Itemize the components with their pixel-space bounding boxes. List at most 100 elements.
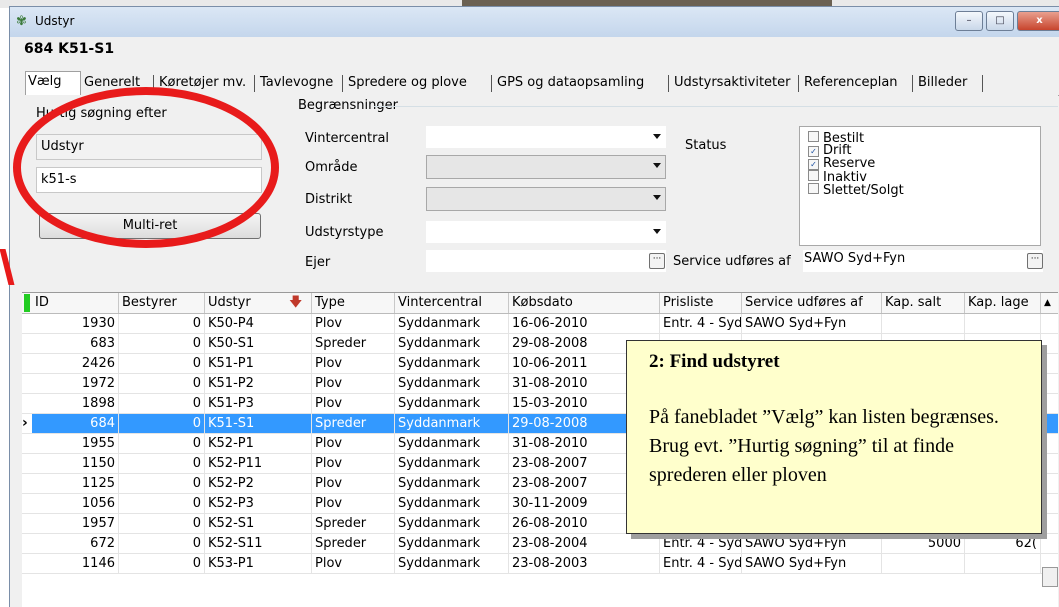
ejer-field[interactable] (426, 250, 666, 272)
checkbox-icon[interactable] (808, 131, 819, 142)
column-prisliste[interactable]: Prisliste (660, 293, 742, 313)
column-kap-salt[interactable]: Kap. salt (882, 293, 965, 313)
tab-tavlevogne[interactable]: Tavlevogne (258, 73, 335, 93)
maximize-button[interactable]: □ (986, 11, 1014, 31)
table-row[interactable]: 1146 0 K53-P1 Plov Syddanmark 23-08-2003 Entr.… (22, 554, 1058, 574)
ejer-label: Ejer (305, 255, 331, 270)
cell-prisliste: Entr. 4 - Syd (660, 554, 742, 573)
chevron-down-icon (653, 134, 661, 139)
select-panel: Hurtig søgning efter Udstyr k51-s Multi-… (22, 95, 1058, 277)
cell-udstyr: K53-P1 (205, 554, 312, 573)
service-browse-button[interactable]: ··· (1027, 253, 1043, 269)
cell-type: Plov (312, 374, 395, 393)
quick-search-input[interactable]: k51-s (36, 167, 262, 193)
cell-vintercentral: Syddanmark (395, 514, 509, 533)
cell-udstyr: K51-P3 (205, 394, 312, 413)
tab-separator (912, 75, 913, 92)
tab-generelt[interactable]: Generelt (82, 73, 142, 93)
cell-udstyr: K52-P2 (205, 474, 312, 493)
quick-search-field-select[interactable]: Udstyr (36, 134, 262, 160)
tab-spredere-og-plove[interactable]: Spredere og plove (346, 73, 469, 93)
title-bar[interactable]: ✾ Udstyr – □ x (10, 7, 1059, 37)
cell-service: SAWO Syd+Fyn (742, 534, 882, 553)
column-type[interactable]: Type (312, 293, 395, 313)
close-button[interactable]: x (1017, 11, 1059, 31)
table-row[interactable]: 1930 0 K50-P4 Plov Syddanmark 16-06-2010 Entr.… (22, 314, 1058, 334)
tab-koeretoejer[interactable]: Køretøjer mv. (157, 73, 248, 93)
chevron-down-icon (653, 163, 661, 168)
minimize-button[interactable]: – (955, 11, 983, 31)
cell-bestyrer: 0 (119, 334, 205, 353)
cell-udstyr: K52-S1 (205, 514, 312, 533)
checkbox-icon[interactable] (808, 183, 819, 194)
cell-vintercentral: Syddanmark (395, 354, 509, 373)
checkbox-checked-icon[interactable]: ✓ (808, 159, 819, 170)
tab-strip: Vælg Generelt Køretøjer mv. Tavlevogne S… (22, 71, 1059, 96)
cell-bestyrer: 0 (119, 374, 205, 393)
udstyrstype-dropdown[interactable] (426, 221, 666, 243)
table-row[interactable]: 672 0 K52-S11 Spreder Syddanmark 23-08-2004 En… (22, 534, 1058, 554)
cell-id: 1056 (32, 494, 119, 513)
vintercentral-dropdown[interactable] (426, 126, 666, 148)
cell-id: 1146 (32, 554, 119, 573)
tab-vaelg[interactable]: Vælg (25, 71, 81, 95)
column-vintercentral[interactable]: Vintercentral (395, 293, 509, 313)
omraade-dropdown[interactable] (426, 155, 666, 179)
cell-kap-salt (882, 554, 965, 573)
cell-type: Plov (312, 354, 395, 373)
cell-kap-salt (882, 314, 965, 333)
scroll-up-icon[interactable]: ▲ (1041, 293, 1058, 313)
cell-bestyrer: 0 (119, 474, 205, 493)
cell-vintercentral: Syddanmark (395, 314, 509, 333)
column-koebsdato[interactable]: Købsdato (509, 293, 660, 313)
ejer-browse-button[interactable]: ··· (649, 253, 665, 269)
cell-koebsdato: 23-08-2004 (509, 534, 660, 553)
status-option-slettet[interactable]: Slettet/Solgt (808, 183, 904, 197)
checkbox-checked-icon[interactable]: ✓ (808, 146, 819, 157)
cell-vintercentral: Syddanmark (395, 454, 509, 473)
cell-udstyr: K52-P3 (205, 494, 312, 513)
tab-separator (982, 75, 983, 92)
cell-bestyrer: 0 (119, 514, 205, 533)
cell-udstyr: K51-P2 (205, 374, 312, 393)
cell-id: 672 (32, 534, 119, 553)
multi-ret-button[interactable]: Multi-ret (39, 213, 261, 239)
cell-udstyr: K50-P4 (205, 314, 312, 333)
tab-separator (342, 75, 343, 92)
cell-bestyrer: 0 (119, 394, 205, 413)
distrikt-dropdown[interactable] (426, 187, 666, 211)
scrollbar-thumb[interactable] (1042, 567, 1058, 587)
sort-arrow-icon: 🡇 (289, 295, 303, 310)
service-field[interactable]: SAWO Syd+Fyn (803, 250, 1043, 272)
tab-gps[interactable]: GPS og dataopsamling (495, 73, 646, 93)
column-id[interactable]: ID (32, 293, 119, 313)
service-label: Service udføres af (673, 254, 791, 269)
column-bestyrer[interactable]: Bestyrer (119, 293, 205, 313)
column-udstyr[interactable]: Udstyr 🡇 (205, 293, 312, 313)
status-option-reserve[interactable]: ✓ Reserve (808, 157, 875, 170)
callout-body: På fanebladet ”Vælg” kan listen begrænse… (649, 406, 999, 486)
column-kap-lage[interactable]: Kap. lage (965, 293, 1041, 313)
status-option-inaktiv[interactable]: Inaktiv (808, 170, 867, 184)
tab-separator (668, 75, 669, 92)
tab-referenceplan[interactable]: Referenceplan (802, 73, 900, 93)
cell-id: 684 (32, 414, 119, 433)
checkbox-icon[interactable] (808, 170, 819, 181)
tab-udstyrsaktiviteter[interactable]: Udstyrsaktiviteter (672, 73, 793, 93)
udstyr-window: ✾ Udstyr – □ x 684 K51-S1 Vælg Generelt … (9, 6, 1059, 607)
cell-bestyrer: 0 (119, 494, 205, 513)
cell-bestyrer: 0 (119, 434, 205, 453)
cell-id: 1898 (32, 394, 119, 413)
vintercentral-label: Vintercentral (305, 131, 390, 146)
chevron-down-icon (653, 229, 661, 234)
cell-kap-lage: 62( (965, 534, 1041, 553)
cell-koebsdato: 16-06-2010 (509, 314, 660, 333)
cell-type: Plov (312, 314, 395, 333)
app-icon: ✾ (16, 14, 27, 29)
cell-vintercentral: Syddanmark (395, 414, 509, 433)
grid-header: ID Bestyrer Udstyr 🡇 Type Vintercentral K… (22, 293, 1058, 314)
cell-udstyr: K52-S11 (205, 534, 312, 553)
tab-billeder[interactable]: Billeder (916, 73, 969, 93)
column-service[interactable]: Service udføres af (742, 293, 882, 313)
status-label: Status (685, 138, 727, 153)
